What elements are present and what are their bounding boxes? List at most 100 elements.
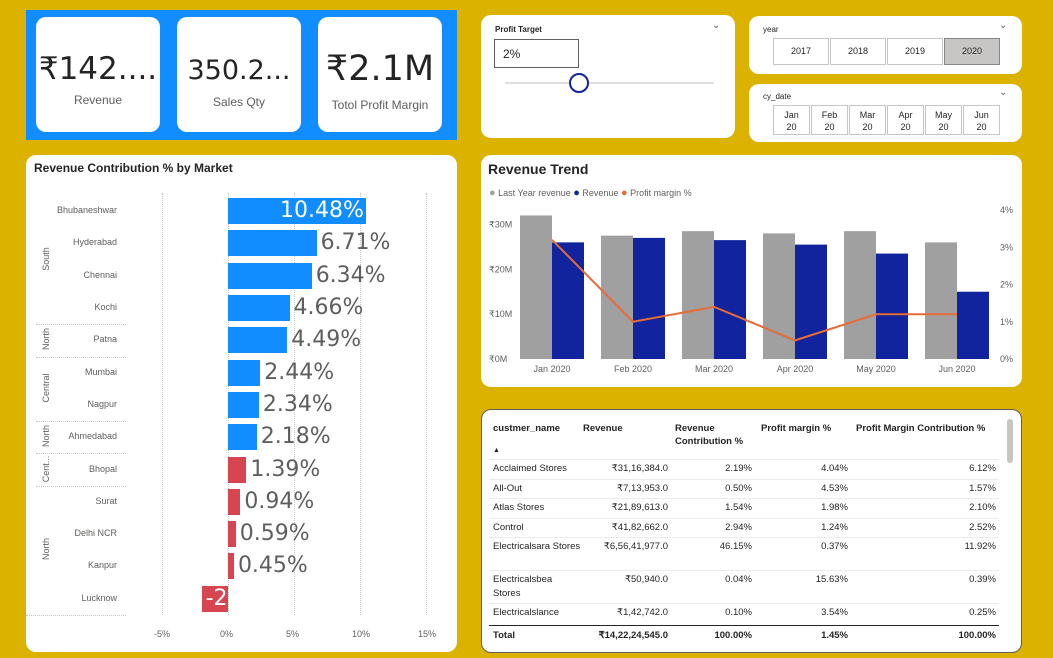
column-header[interactable]: Profit Margin Contribution % xyxy=(856,422,996,435)
table-cell: 0.25% xyxy=(969,607,996,618)
bar-revenue[interactable] xyxy=(795,244,827,359)
date-month: May xyxy=(934,110,952,120)
slider-track[interactable] xyxy=(505,82,714,84)
market-label: Surat xyxy=(95,495,117,506)
bar-revenue[interactable] xyxy=(633,237,665,359)
table-cell: 1.24% xyxy=(821,521,848,533)
year-option-2018[interactable]: 2018 xyxy=(830,38,886,65)
date-month: Mar xyxy=(859,110,876,120)
table-cell: 3.54% xyxy=(821,607,848,618)
date-option-jun[interactable]: Jun 20 xyxy=(963,105,1000,135)
table-cell: 0.04% xyxy=(725,574,752,585)
vertical-scrollbar[interactable] xyxy=(1007,419,1013,463)
table-cell: 0.10% xyxy=(725,607,752,618)
bar-last-year[interactable] xyxy=(844,231,876,359)
data-label: 1.39% xyxy=(250,456,321,482)
table-cell: 2.19% xyxy=(725,463,752,474)
group-label: Central xyxy=(41,373,51,403)
bar-last-year[interactable] xyxy=(925,242,957,359)
bar-last-year[interactable] xyxy=(763,233,795,359)
kpi-card-sales-qty: 350.2... Sales Qty xyxy=(177,17,301,132)
total-cell: 100.00% xyxy=(714,630,752,641)
market-label: Kochi xyxy=(94,302,117,313)
data-label: 4.66% xyxy=(293,295,364,321)
bar-last-year[interactable] xyxy=(682,231,714,359)
bar-revenue[interactable] xyxy=(552,242,584,359)
total-cell: 1.45% xyxy=(821,630,848,641)
year-option-2019[interactable]: 2019 xyxy=(887,38,943,65)
market-bar[interactable] xyxy=(228,359,261,386)
chevron-down-icon[interactable]: ⌄ xyxy=(712,20,720,31)
chevron-down-icon[interactable]: ⌄ xyxy=(999,20,1007,31)
chevron-down-icon[interactable]: ⌄ xyxy=(999,87,1007,98)
table-cell: 4.04% xyxy=(821,463,848,474)
table-cell: 1.57% xyxy=(969,482,996,494)
market-bar[interactable] xyxy=(228,391,259,418)
x-tick-label: Jan 2020 xyxy=(533,364,570,374)
kpi-label: Sales Qty xyxy=(212,95,266,109)
group-separator xyxy=(36,421,126,423)
y2-tick-label: 0% xyxy=(1000,354,1013,364)
y-tick-label: ₹10M xyxy=(489,309,512,319)
row-separator xyxy=(489,498,999,499)
kpi-card-profit-margin: ₹2.1M Totol Profit Margin xyxy=(318,17,442,132)
group-label: North xyxy=(41,538,51,561)
profit-target-slicer: Profit Target ⌄ 2% xyxy=(481,15,735,138)
bar-last-year[interactable] xyxy=(520,215,552,359)
sort-ascending-icon[interactable]: ▲ xyxy=(493,447,500,454)
market-chart-panel: Revenue Contribution % by Market -5% 0% 5%… xyxy=(26,155,457,652)
market-bar[interactable] xyxy=(228,488,241,515)
market-bar[interactable] xyxy=(228,262,312,289)
table-cell: 46.15% xyxy=(719,541,752,552)
date-year: 20 xyxy=(976,122,987,132)
date-option-feb[interactable]: Feb 20 xyxy=(811,105,848,135)
x-tick-label: May 2020 xyxy=(856,364,896,374)
market-bar[interactable] xyxy=(228,553,234,580)
year-slicer: year ⌄ 2017 2018 2019 2020 xyxy=(749,16,1022,74)
group-label: South xyxy=(41,246,51,271)
table-cell: 2.10% xyxy=(969,502,996,513)
table-cell: 15.63% xyxy=(815,574,848,585)
market-bar[interactable] xyxy=(228,230,317,257)
market-bar[interactable] xyxy=(228,424,257,451)
date-option-mar[interactable]: Mar 20 xyxy=(849,105,886,135)
date-option-may[interactable]: May 20 xyxy=(925,105,962,135)
profit-target-input[interactable]: 2% xyxy=(494,39,579,68)
bar-revenue[interactable] xyxy=(957,291,989,359)
date-option-jan[interactable]: Jan 20 xyxy=(773,105,810,135)
slicer-title: cy_date xyxy=(763,92,792,101)
year-option-2020[interactable]: 2020 xyxy=(944,38,1000,65)
bar-revenue[interactable] xyxy=(714,240,746,359)
date-year: 20 xyxy=(862,122,873,132)
date-month: Jun xyxy=(974,110,989,120)
table-cell: 1.54% xyxy=(725,502,752,513)
column-header[interactable]: Revenue Contribution % xyxy=(675,422,755,448)
market-bar[interactable] xyxy=(228,327,288,354)
slicer-title: year xyxy=(763,25,779,34)
x-tick-label: 0% xyxy=(220,629,234,639)
x-tick-label: 5% xyxy=(286,629,300,639)
chart-title: Revenue Contribution % by Market xyxy=(34,161,233,175)
column-header[interactable]: custmer_name xyxy=(493,422,573,435)
axis-line xyxy=(26,614,126,616)
slider-handle[interactable] xyxy=(569,73,589,93)
group-separator xyxy=(36,453,126,455)
market-bar[interactable] xyxy=(228,456,247,483)
date-option-apr[interactable]: Apr 20 xyxy=(887,105,924,135)
kpi-label: Totol Profit Margin xyxy=(331,98,429,112)
market-bar[interactable] xyxy=(228,521,236,548)
date-month: Apr xyxy=(898,110,913,120)
market-bar[interactable] xyxy=(228,295,290,322)
y2-tick-label: 4% xyxy=(1000,205,1013,215)
data-label: 0.94% xyxy=(244,488,315,514)
bar-revenue[interactable] xyxy=(876,253,908,359)
y-tick-label: ₹20M xyxy=(489,264,512,274)
column-header[interactable]: Revenue xyxy=(583,422,663,435)
column-header[interactable]: Profit margin % xyxy=(761,422,851,435)
bar-last-year[interactable] xyxy=(601,235,633,359)
kpi-value: 350.2... xyxy=(187,55,291,86)
group-separator xyxy=(36,485,126,487)
year-option-2017[interactable]: 2017 xyxy=(773,38,829,65)
data-label: 2.44% xyxy=(264,359,335,385)
date-month: Jan xyxy=(784,110,799,120)
